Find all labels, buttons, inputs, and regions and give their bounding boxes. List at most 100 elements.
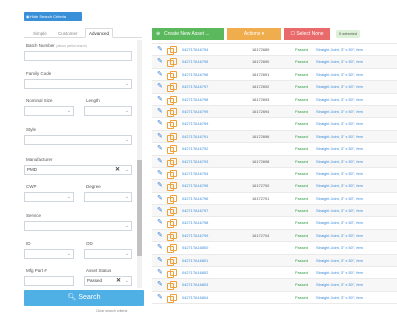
serial-number-link[interactable]: 04271TA16794 bbox=[182, 44, 208, 56]
edit-pencil-icon[interactable]: ✎ bbox=[157, 82, 163, 92]
table-row[interactable]: ✎ 04271TA16796 16172691 Passed Straight Join… bbox=[152, 69, 397, 82]
style-select[interactable]: ⌄ bbox=[24, 135, 132, 145]
nominal-size-select[interactable]: ⌄ bbox=[24, 106, 74, 116]
edit-pencil-icon[interactable]: ✎ bbox=[157, 280, 163, 290]
description-link[interactable]: Straight Joint, 3" x 50", fem bbox=[316, 131, 397, 143]
search-panel-scroll-thumb[interactable] bbox=[137, 160, 142, 256]
edit-pencil-icon[interactable]: ✎ bbox=[157, 119, 163, 129]
copy-icon[interactable] bbox=[167, 256, 177, 266]
copy-icon[interactable] bbox=[167, 244, 177, 254]
description-link[interactable]: Straight Joint, 3" x 50", fem bbox=[316, 56, 397, 68]
serial-number-link[interactable]: 04271TA16799 bbox=[182, 118, 208, 130]
edit-pencil-icon[interactable]: ✎ bbox=[157, 218, 163, 228]
serial-number-link[interactable]: 04271TA16798 bbox=[182, 94, 208, 106]
serial-number-link[interactable]: 04271TA16799 bbox=[182, 106, 208, 118]
table-row[interactable]: ✎ 04271TA16801 Passed Straight Joint, 3" x … bbox=[152, 254, 397, 268]
copy-icon[interactable] bbox=[167, 157, 177, 167]
description-link[interactable]: Straight Joint, 3" x 50", fem bbox=[316, 106, 397, 118]
copy-icon[interactable] bbox=[167, 95, 177, 105]
copy-icon[interactable] bbox=[167, 169, 177, 179]
table-row[interactable]: ✎ 04271TA16796 16172701 Passed Straight Join… bbox=[152, 193, 397, 206]
table-row[interactable]: ✎ 04271TA16792 Passed Straight Joint, 3" x … bbox=[152, 143, 397, 156]
manufacturer-select[interactable]: PMD ✕ ⌄ bbox=[24, 165, 132, 175]
copy-icon[interactable] bbox=[167, 219, 177, 229]
serial-number-link[interactable]: 04271TA16791 bbox=[182, 131, 208, 143]
table-row[interactable]: ✎ 04271TA16800 Passed Straight Joint, 3" x … bbox=[152, 242, 397, 255]
description-link[interactable]: Straight Joint, 3" x 50", fem bbox=[316, 193, 397, 205]
od-select[interactable]: ⌄ bbox=[84, 249, 132, 259]
cwp-select[interactable]: ⌄ bbox=[24, 192, 74, 202]
serial-number-link[interactable]: 04271TA16798 bbox=[182, 217, 208, 229]
clear-search-criteria-link[interactable]: Clear search criteria bbox=[96, 309, 127, 313]
serial-number-link[interactable]: 04271TA16797 bbox=[182, 205, 208, 217]
create-new-asset-button[interactable]: ⊕ Create New Asset ... bbox=[152, 28, 224, 40]
copy-icon[interactable] bbox=[167, 107, 177, 117]
description-link[interactable]: Straight Joint, 3" x 50", fem bbox=[316, 217, 397, 229]
table-row[interactable]: ✎ 04271TA16791 16172696 Passed Straight Join… bbox=[152, 130, 397, 144]
copy-icon[interactable] bbox=[167, 70, 177, 80]
copy-icon[interactable] bbox=[167, 120, 177, 130]
clear-manufacturer-icon[interactable]: ✕ bbox=[115, 166, 120, 174]
description-link[interactable]: Straight Joint, 3" x 50", fem bbox=[316, 279, 397, 291]
tab-advanced[interactable]: Advanced bbox=[85, 28, 114, 38]
table-row[interactable]: ✎ 04271TA16795 16172700 Passed Straight Join… bbox=[152, 180, 397, 193]
table-row[interactable]: ✎ 04271TA16802 Passed Straight Joint, 3" x … bbox=[152, 267, 397, 280]
description-link[interactable]: Straight Joint, 3" x 50", fem bbox=[316, 267, 397, 279]
table-row[interactable]: ✎ 04271TA16803 Passed Straight Joint, 3" x … bbox=[152, 279, 397, 292]
search-button[interactable]: 🔍︎ Search bbox=[24, 290, 144, 306]
edit-pencil-icon[interactable]: ✎ bbox=[157, 95, 163, 105]
serial-number-link[interactable]: 04271TA16802 bbox=[182, 267, 208, 279]
edit-pencil-icon[interactable]: ✎ bbox=[157, 57, 163, 67]
edit-pencil-icon[interactable]: ✎ bbox=[157, 144, 163, 154]
clear-asset-status-icon[interactable]: ✕ bbox=[116, 277, 121, 285]
description-link[interactable]: Straight Joint, 3" x 50", fem bbox=[316, 94, 397, 106]
family-code-select[interactable]: ⌄ bbox=[24, 79, 132, 89]
table-row[interactable]: ✎ 04271TA16799 16172704 Passed Straight Join… bbox=[152, 229, 397, 243]
table-row[interactable]: ✎ 04271TA16799 Passed Straight Joint, 3" x … bbox=[152, 118, 397, 131]
service-select[interactable]: ⌄ bbox=[24, 221, 132, 231]
hide-search-criteria-button[interactable]: ◉ Hide Search Criteria bbox=[24, 12, 82, 21]
description-link[interactable]: Straight Joint, 3" x 50", fem bbox=[316, 81, 397, 93]
edit-pencil-icon[interactable]: ✎ bbox=[157, 157, 163, 167]
copy-icon[interactable] bbox=[167, 194, 177, 204]
table-row[interactable]: ✎ 04271TA16793 16172698 Passed Straight Join… bbox=[152, 155, 397, 168]
table-row[interactable]: ✎ 04271TA16797 16172692 Passed Straight Join… bbox=[152, 81, 397, 94]
description-link[interactable]: Straight Joint, 3" x 50", fem bbox=[316, 44, 397, 56]
serial-number-link[interactable]: 04271TA16796 bbox=[182, 193, 208, 205]
copy-icon[interactable] bbox=[167, 269, 177, 279]
serial-number-link[interactable]: 04271TA16795 bbox=[182, 56, 208, 68]
description-link[interactable]: Straight Joint, 3" x 50", fem bbox=[316, 242, 397, 254]
description-link[interactable]: Straight Joint, 3" x 50", fem bbox=[316, 168, 397, 180]
edit-pencil-icon[interactable]: ✎ bbox=[157, 45, 163, 55]
serial-number-link[interactable]: 04271TA16792 bbox=[182, 143, 208, 155]
edit-pencil-icon[interactable]: ✎ bbox=[157, 70, 163, 80]
edit-pencil-icon[interactable]: ✎ bbox=[157, 132, 163, 142]
copy-icon[interactable] bbox=[167, 58, 177, 68]
copy-icon[interactable] bbox=[167, 182, 177, 192]
copy-icon[interactable] bbox=[167, 281, 177, 291]
description-link[interactable]: Straight Joint, 3" x 50", fem bbox=[316, 118, 397, 130]
serial-number-link[interactable]: 04271TA16794 bbox=[182, 168, 208, 180]
tab-simple[interactable]: Simple bbox=[33, 29, 47, 38]
table-row[interactable]: ✎ 04271TA16799 16172694 Passed Straight Join… bbox=[152, 105, 397, 119]
table-row[interactable]: ✎ 04271TA16794 Passed Straight Joint, 3" x … bbox=[152, 168, 397, 181]
description-link[interactable]: Straight Joint, 3" x 50", fem bbox=[316, 143, 397, 155]
description-link[interactable]: Straight Joint, 3" x 50", fem bbox=[316, 69, 397, 81]
serial-number-link[interactable]: 04271TA16796 bbox=[182, 69, 208, 81]
edit-pencil-icon[interactable]: ✎ bbox=[157, 169, 163, 179]
select-none-button[interactable]: ☐ Select None bbox=[284, 28, 330, 40]
edit-pencil-icon[interactable]: ✎ bbox=[157, 231, 163, 241]
id-select[interactable]: ⌄ bbox=[24, 249, 74, 259]
serial-number-link[interactable]: 04271TA16804 bbox=[182, 292, 208, 304]
description-link[interactable]: Straight Joint, 3" x 50", fem bbox=[316, 156, 397, 168]
batch-number-input[interactable] bbox=[24, 51, 132, 61]
edit-pencil-icon[interactable]: ✎ bbox=[157, 107, 163, 117]
actions-button[interactable]: Actions ▾ bbox=[227, 28, 281, 40]
mfg-part-input[interactable] bbox=[24, 276, 74, 286]
table-row[interactable]: ✎ 04271TA16798 16172693 Passed Straight Join… bbox=[152, 94, 397, 106]
table-row[interactable]: ✎ 04271TA16804 Passed Straight Joint, 3" x … bbox=[152, 292, 397, 305]
description-link[interactable]: Straight Joint, 3" x 50", fem bbox=[316, 180, 397, 192]
asset-status-select[interactable]: Passed ✕ ⌄ bbox=[84, 276, 132, 286]
serial-number-link[interactable]: 04271TA16799 bbox=[182, 230, 208, 242]
serial-number-link[interactable]: 04271TA16795 bbox=[182, 180, 208, 192]
